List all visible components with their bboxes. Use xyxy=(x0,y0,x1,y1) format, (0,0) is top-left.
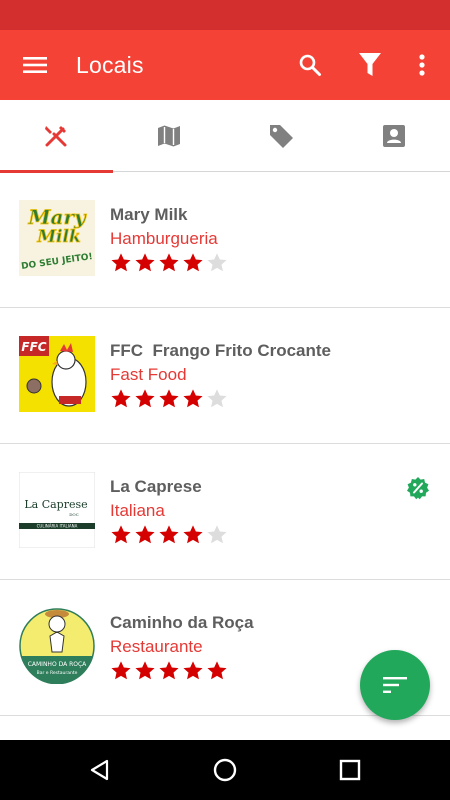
tab-bar xyxy=(0,100,450,173)
place-logo: La Caprese DOC CULINÁRIA ITALIANA xyxy=(19,472,95,548)
recents-button[interactable] xyxy=(335,755,365,785)
tab-map[interactable] xyxy=(113,100,226,172)
star-icon xyxy=(159,389,179,408)
map-icon xyxy=(157,125,180,147)
star-icon xyxy=(111,253,131,272)
la-caprese-logo: La Caprese DOC CULINÁRIA ITALIANA xyxy=(19,472,95,548)
system-nav-bar xyxy=(0,740,450,800)
place-category: Hamburgueria xyxy=(110,229,218,248)
star-icon xyxy=(159,253,179,272)
place-logo: Mary Milk DO SEU JEITO! xyxy=(19,200,95,276)
recents-icon xyxy=(339,759,361,781)
contact-icon xyxy=(382,125,405,147)
place-name: Mary Milk xyxy=(110,205,188,224)
logo-text: Bar e Restaurante xyxy=(37,670,78,676)
home-button[interactable] xyxy=(210,755,240,785)
tab-restaurants[interactable] xyxy=(0,100,113,173)
logo-text: DOC xyxy=(69,512,79,517)
sort-icon xyxy=(383,677,407,693)
star-icon xyxy=(183,525,203,544)
search-icon xyxy=(299,54,321,76)
tab-profile[interactable] xyxy=(338,100,450,172)
restaurant-icon xyxy=(45,126,67,147)
discount-badge-icon xyxy=(407,477,429,500)
place-category: Italiana xyxy=(110,501,165,520)
star-icon xyxy=(207,661,227,680)
search-button[interactable] xyxy=(289,44,331,86)
logo-text: Mary xyxy=(27,205,87,229)
logo-text: CULINÁRIA ITALIANA xyxy=(37,524,78,529)
rating-stars xyxy=(110,252,228,274)
more-options-button[interactable] xyxy=(401,44,443,86)
star-icon xyxy=(135,525,155,544)
place-name: Caminho da Roça xyxy=(110,613,254,632)
star-icon xyxy=(135,253,155,272)
place-name: FFC Frango Frito Crocante xyxy=(110,341,331,360)
app-toolbar: Locais xyxy=(0,30,450,100)
ffc-logo: FFC xyxy=(19,336,95,412)
logo-text: La Caprese xyxy=(24,498,87,511)
star-icon xyxy=(111,525,131,544)
sort-fab-button[interactable] xyxy=(360,650,430,720)
filter-icon xyxy=(359,53,381,76)
place-category: Restaurante xyxy=(110,637,203,656)
menu-button[interactable] xyxy=(14,44,56,86)
home-icon xyxy=(213,758,237,782)
rating-stars xyxy=(110,524,228,546)
star-icon xyxy=(135,389,155,408)
star-icon xyxy=(111,389,131,408)
status-bar xyxy=(0,0,450,30)
star-icon xyxy=(159,661,179,680)
logo-text: CAMINHO DA ROÇA xyxy=(28,661,87,668)
star-icon xyxy=(111,661,131,680)
star-icon xyxy=(159,525,179,544)
page-title: Locais xyxy=(76,52,144,78)
places-list: Mary Milk DO SEU JEITO! Mary Milk Hambur… xyxy=(0,172,450,716)
back-icon xyxy=(90,759,109,781)
star-icon xyxy=(183,661,203,680)
rating-stars xyxy=(110,660,228,682)
star-icon xyxy=(207,525,227,544)
tab-offers[interactable] xyxy=(225,100,338,172)
place-logo: FFC xyxy=(19,336,95,412)
star-icon xyxy=(183,389,203,408)
list-item[interactable]: FFC FFC Frango Frito Crocante Fast Food xyxy=(0,308,450,444)
menu-icon xyxy=(23,57,47,73)
logo-text: Milk xyxy=(36,227,81,247)
logo-text: FFC xyxy=(21,340,46,354)
star-icon xyxy=(135,661,155,680)
list-item[interactable]: La Caprese DOC CULINÁRIA ITALIANA La Cap… xyxy=(0,444,450,580)
mary-milk-logo: Mary Milk DO SEU JEITO! xyxy=(19,200,95,276)
more-vert-icon xyxy=(419,54,425,76)
star-icon xyxy=(207,389,227,408)
star-icon xyxy=(183,253,203,272)
place-logo: CAMINHO DA ROÇA Bar e Restaurante xyxy=(19,608,95,684)
filter-button[interactable] xyxy=(349,44,391,86)
caminho-da-roca-logo: CAMINHO DA ROÇA Bar e Restaurante xyxy=(19,608,95,684)
list-item[interactable]: Mary Milk DO SEU JEITO! Mary Milk Hambur… xyxy=(0,172,450,308)
back-button[interactable] xyxy=(85,755,115,785)
star-icon xyxy=(207,253,227,272)
place-name: La Caprese xyxy=(110,477,202,496)
rating-stars xyxy=(110,388,228,410)
place-category: Fast Food xyxy=(110,365,187,384)
tag-icon xyxy=(270,125,294,148)
